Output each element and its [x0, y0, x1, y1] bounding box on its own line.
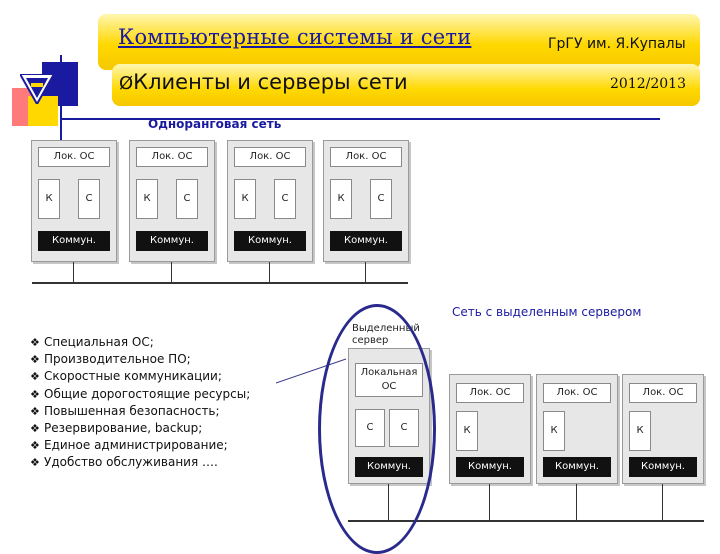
local-os-box: Лок. ОС	[330, 147, 402, 167]
server-module-c: С	[370, 179, 392, 219]
diamond-bullet-icon: ❖	[30, 439, 40, 453]
client-module-k: К	[629, 411, 651, 451]
dedicated-network-title: Сеть с выделенным сервером	[452, 305, 642, 319]
list-item: ❖ Единое администрирование;	[30, 437, 250, 454]
university-logo-icon	[20, 74, 54, 104]
decor-vertical-line	[60, 55, 62, 140]
list-item: ❖ Удобство обслуживания ….	[30, 454, 250, 471]
local-os-box: Лок. ОС	[543, 383, 611, 403]
client-computer: Лок. ОС К Коммун.	[536, 374, 618, 484]
communication-module: Коммун.	[629, 457, 697, 477]
client-computer: Лок. ОС К Коммун.	[449, 374, 531, 484]
academic-year: 2012/2013	[610, 76, 686, 92]
slide-subtitle: ØКлиенты и серверы сети	[119, 70, 408, 94]
diamond-bullet-icon: ❖	[30, 353, 40, 367]
peer-computer: Лок. ОС К С Коммун.	[323, 140, 409, 262]
server-module-c: С	[274, 179, 296, 219]
client-network-connector	[489, 484, 490, 520]
subtitle-text: Клиенты и серверы сети	[133, 70, 408, 94]
diamond-bullet-icon: ❖	[30, 456, 40, 470]
client-computer: Лок. ОС К Коммун.	[622, 374, 704, 484]
peer-computer: Лок. ОС К С Коммун.	[227, 140, 313, 262]
client-module-k: К	[330, 179, 352, 219]
communication-module: Коммун.	[456, 457, 524, 477]
list-item: ❖ Общие дорогостоящие ресурсы;	[30, 386, 250, 403]
client-module-k: К	[456, 411, 478, 451]
diamond-bullet-icon: ❖	[30, 422, 40, 436]
list-item: ❖ Производительное ПО;	[30, 351, 250, 368]
local-os-box: Лок. ОС	[629, 383, 697, 403]
communication-module: Коммун.	[136, 231, 208, 251]
client-module-k: К	[543, 411, 565, 451]
client-network-connector	[576, 484, 577, 520]
subtitle-arrow-marker: Ø	[119, 73, 134, 94]
peer-network-connector	[365, 262, 366, 282]
server-module-c: С	[176, 179, 198, 219]
local-os-box: Лок. ОС	[456, 383, 524, 403]
peer-computer: Лок. ОС К С Коммун.	[31, 140, 117, 262]
server-module-c: С	[78, 179, 100, 219]
server-features-list: ❖ Специальная ОС; ❖ Производительное ПО; ❖…	[30, 334, 250, 472]
diamond-bullet-icon: ❖	[30, 336, 40, 349]
client-network-connector	[662, 484, 663, 520]
client-module-k: К	[38, 179, 60, 219]
peer-network-connector	[73, 262, 74, 282]
local-os-box: Лок. ОС	[38, 147, 110, 167]
local-os-box: Лок. ОС	[136, 147, 208, 167]
peer-network-title: Одноранговая сеть	[148, 117, 282, 131]
list-item: ❖ Специальная ОС;	[30, 334, 250, 351]
peer-network-bus	[32, 282, 408, 284]
communication-module: Коммун.	[330, 231, 402, 251]
communication-module: Коммун.	[234, 231, 306, 251]
client-module-k: К	[136, 179, 158, 219]
diamond-bullet-icon: ❖	[30, 404, 40, 418]
list-item: ❖ Скоростные коммуникации;	[30, 368, 250, 385]
peer-network-connector	[171, 262, 172, 282]
server-highlight-oval	[318, 304, 436, 554]
page-title: Компьютерные системы и сети	[118, 25, 472, 49]
list-item: ❖ Резервирование, backup;	[30, 420, 250, 437]
university-name: ГрГУ им. Я.Купалы	[548, 36, 686, 52]
diamond-bullet-icon: ❖	[30, 387, 40, 401]
peer-computer: Лок. ОС К С Коммун.	[129, 140, 215, 262]
peer-network-connector	[269, 262, 270, 282]
communication-module: Коммун.	[543, 457, 611, 477]
diamond-bullet-icon: ❖	[30, 370, 40, 384]
list-item: ❖ Повышенная безопасность;	[30, 403, 250, 420]
client-module-k: К	[234, 179, 256, 219]
communication-module: Коммун.	[38, 231, 110, 251]
local-os-box: Лок. ОС	[234, 147, 306, 167]
